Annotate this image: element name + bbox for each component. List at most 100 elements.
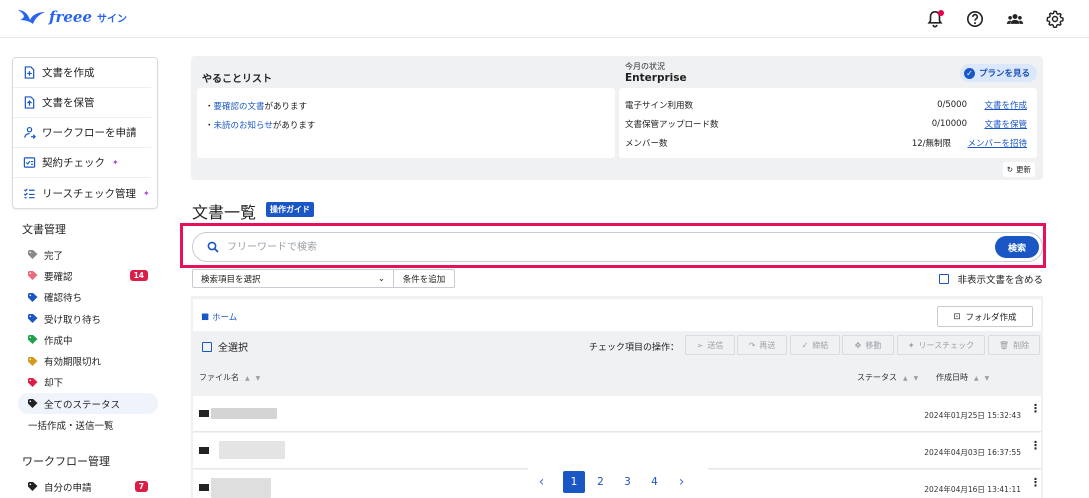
sidebar-item-status[interactable]: 作成中 xyxy=(18,329,158,350)
workflow-management-title: ワークフロー管理 xyxy=(22,455,110,468)
sparkle-icon: ✦ xyxy=(112,158,119,167)
action-label: ワークフローを申請 xyxy=(42,127,137,139)
action-contract-check[interactable]: 契約チェック ✦ xyxy=(13,148,151,178)
todo-title: やることリスト xyxy=(202,74,272,85)
page-link[interactable]: 1 xyxy=(563,471,585,493)
add-condition-button[interactable]: 条件を追加 xyxy=(394,269,455,288)
move-icon: ✥ xyxy=(854,340,862,350)
contract-check-icon xyxy=(23,157,36,168)
more-options-icon[interactable]: ⋮ xyxy=(1030,440,1041,451)
quick-actions-panel: 文書を作成 文書を保管 ワークフローを申請 契約チェック ✦ リースチェック管理… xyxy=(12,57,158,209)
todo-link-unread-notices[interactable]: 未読のお知らせ xyxy=(214,121,273,131)
column-created[interactable]: 作成日時 ▲▼ xyxy=(936,372,995,383)
page-link[interactable]: 3 xyxy=(614,471,641,493)
table-row[interactable]: 2024年01月25日 15:32:43 ⋮ xyxy=(193,396,1041,432)
search-input[interactable] xyxy=(227,239,967,256)
plan-name: Enterprise xyxy=(625,72,687,84)
created-date: 2024年01月25日 15:32:43 xyxy=(924,411,1021,420)
search-button[interactable]: 検索 xyxy=(995,236,1039,258)
sidebar-item-status[interactable]: 全てのステータス xyxy=(18,393,158,415)
search-icon xyxy=(207,241,219,253)
filter-field-select[interactable]: 検索項目を選択 ⌄ xyxy=(192,269,394,288)
redacted-filename xyxy=(211,408,277,419)
sidebar-item-status[interactable]: 受け取り待ち xyxy=(18,308,158,329)
doc-store-icon xyxy=(24,96,35,109)
checkbox-icon xyxy=(202,341,212,352)
check-circle-icon: ✓ xyxy=(963,67,975,79)
sparkle-icon: ✦ xyxy=(907,340,915,350)
stat-link[interactable]: メンバーを招待 xyxy=(965,137,1027,149)
tag-icon xyxy=(28,335,38,345)
action-lease-check[interactable]: リースチェック管理 ✦ xyxy=(13,178,151,208)
sidebar-item-label: 確認待ち xyxy=(44,293,83,305)
bell-icon[interactable] xyxy=(923,7,947,31)
brand-name: freee xyxy=(49,8,92,26)
column-filename[interactable]: ファイル名 ▲▼ xyxy=(199,372,266,383)
top-bar: freee サイン xyxy=(0,0,1089,38)
table-row[interactable]: 2024年04月03日 16:37:55 ⋮ xyxy=(193,433,1041,469)
action-label: 契約チェック xyxy=(42,157,105,169)
sidebar-item-label: 作成中 xyxy=(44,335,73,347)
select-all-checkbox[interactable]: 全選択 xyxy=(202,339,248,354)
sort-icon: ▲▼ xyxy=(245,375,267,382)
action-store-document[interactable]: 文書を保管 xyxy=(13,88,151,118)
team-icon[interactable] xyxy=(1003,7,1027,31)
status-nav: 完了 要確認 14 確認待ち受け取り待ち作成中有効期限切れ 却下 全てのステータス 一括作成… xyxy=(18,244,158,436)
refresh-button[interactable]: ↻ 更新 xyxy=(1002,162,1035,177)
bulk-conclude-button[interactable]: ✓ 締結 xyxy=(790,335,840,355)
action-request-workflow[interactable]: ワークフローを申請 xyxy=(13,118,151,148)
sidebar-item-status[interactable]: 完了 xyxy=(18,244,158,265)
sidebar-item-bulk-list[interactable]: 一括作成・送信一覧 xyxy=(18,414,158,435)
sidebar-item-status[interactable]: 却下 xyxy=(18,372,158,393)
more-options-icon[interactable]: ⋮ xyxy=(1030,403,1041,414)
stat-link[interactable]: 文書を作成 xyxy=(981,99,1027,111)
doc-plus-icon xyxy=(24,66,35,79)
count-badge: 14 xyxy=(129,270,148,282)
include-hidden-checkbox[interactable]: 非表示文書を含める xyxy=(939,272,1043,286)
bulk-resend-button[interactable]: ↷ 再送 xyxy=(737,335,787,355)
doc-management-title: 文書管理 xyxy=(22,223,66,236)
logo[interactable]: freee サイン xyxy=(16,6,127,28)
page-link[interactable]: 4 xyxy=(641,471,668,493)
bulk-delete-button[interactable]: 🗑 削除 xyxy=(988,335,1040,355)
usage-stats: 電子サイン利用数 0/5000 文書を作成 文書保管アップロード数 0/10000 文書… xyxy=(619,88,1037,158)
breadcrumb-home[interactable]: ■ ホーム xyxy=(201,311,237,323)
sidebar-item-status[interactable]: 自分の申請 7 xyxy=(18,476,158,497)
sidebar-item-status[interactable]: 確認待ち xyxy=(18,287,158,308)
page-link[interactable]: 2 xyxy=(587,471,614,493)
bulk-lease-check-button[interactable]: ✦ リースチェック xyxy=(897,335,985,355)
sparkle-icon: ✦ xyxy=(142,188,150,198)
view-plan-button[interactable]: ✓ プランを見る xyxy=(959,64,1037,82)
action-label: 文書を保管 xyxy=(42,97,95,109)
prev-page-icon[interactable]: ‹ xyxy=(528,471,555,493)
todo-link-needs-check[interactable]: 要確認の文書 xyxy=(214,102,265,112)
todo-item: ・未読のお知らせがあります xyxy=(205,121,316,131)
stat-row: メンバー数 12/無制限 メンバーを招待 xyxy=(625,137,1027,149)
guide-badge[interactable]: 操作ガイド xyxy=(266,202,314,217)
gear-icon[interactable] xyxy=(1043,7,1067,31)
help-icon[interactable] xyxy=(963,7,987,31)
next-page-icon[interactable]: › xyxy=(668,471,695,493)
sort-icon: ▲▼ xyxy=(974,375,996,382)
workflow-icon xyxy=(24,126,36,139)
make-folder-button[interactable]: ⊡ フォルダ作成 xyxy=(937,306,1033,327)
stat-link[interactable]: 文書を保管 xyxy=(981,118,1027,130)
bulk-send-button[interactable]: ➢ 送信 xyxy=(685,335,735,355)
page-title: 文書一覧 xyxy=(192,203,257,222)
monthly-status-label: 今月の状況 xyxy=(625,62,665,71)
send-icon: ➢ xyxy=(696,340,704,350)
redacted-filename xyxy=(211,478,271,498)
tag-icon xyxy=(28,482,38,492)
resend-icon: ↷ xyxy=(748,340,756,350)
column-status[interactable]: ステータス ▲▼ xyxy=(857,372,924,383)
sidebar-item-status[interactable]: 要確認 14 xyxy=(18,265,158,286)
action-create-document[interactable]: 文書を作成 xyxy=(13,58,151,88)
check-icon: ✓ xyxy=(801,340,809,350)
pagination: ‹ 1 2 3 4 › xyxy=(528,466,708,498)
more-options-icon[interactable]: ⋮ xyxy=(1030,477,1041,488)
action-label: 文書を作成 xyxy=(42,67,95,79)
count-badge: 7 xyxy=(134,481,148,492)
bulk-move-button[interactable]: ✥ 移動 xyxy=(842,335,894,355)
sidebar-item-status[interactable]: 有効期限切れ xyxy=(18,350,158,371)
created-date: 2024年04月03日 16:37:55 xyxy=(924,448,1021,457)
